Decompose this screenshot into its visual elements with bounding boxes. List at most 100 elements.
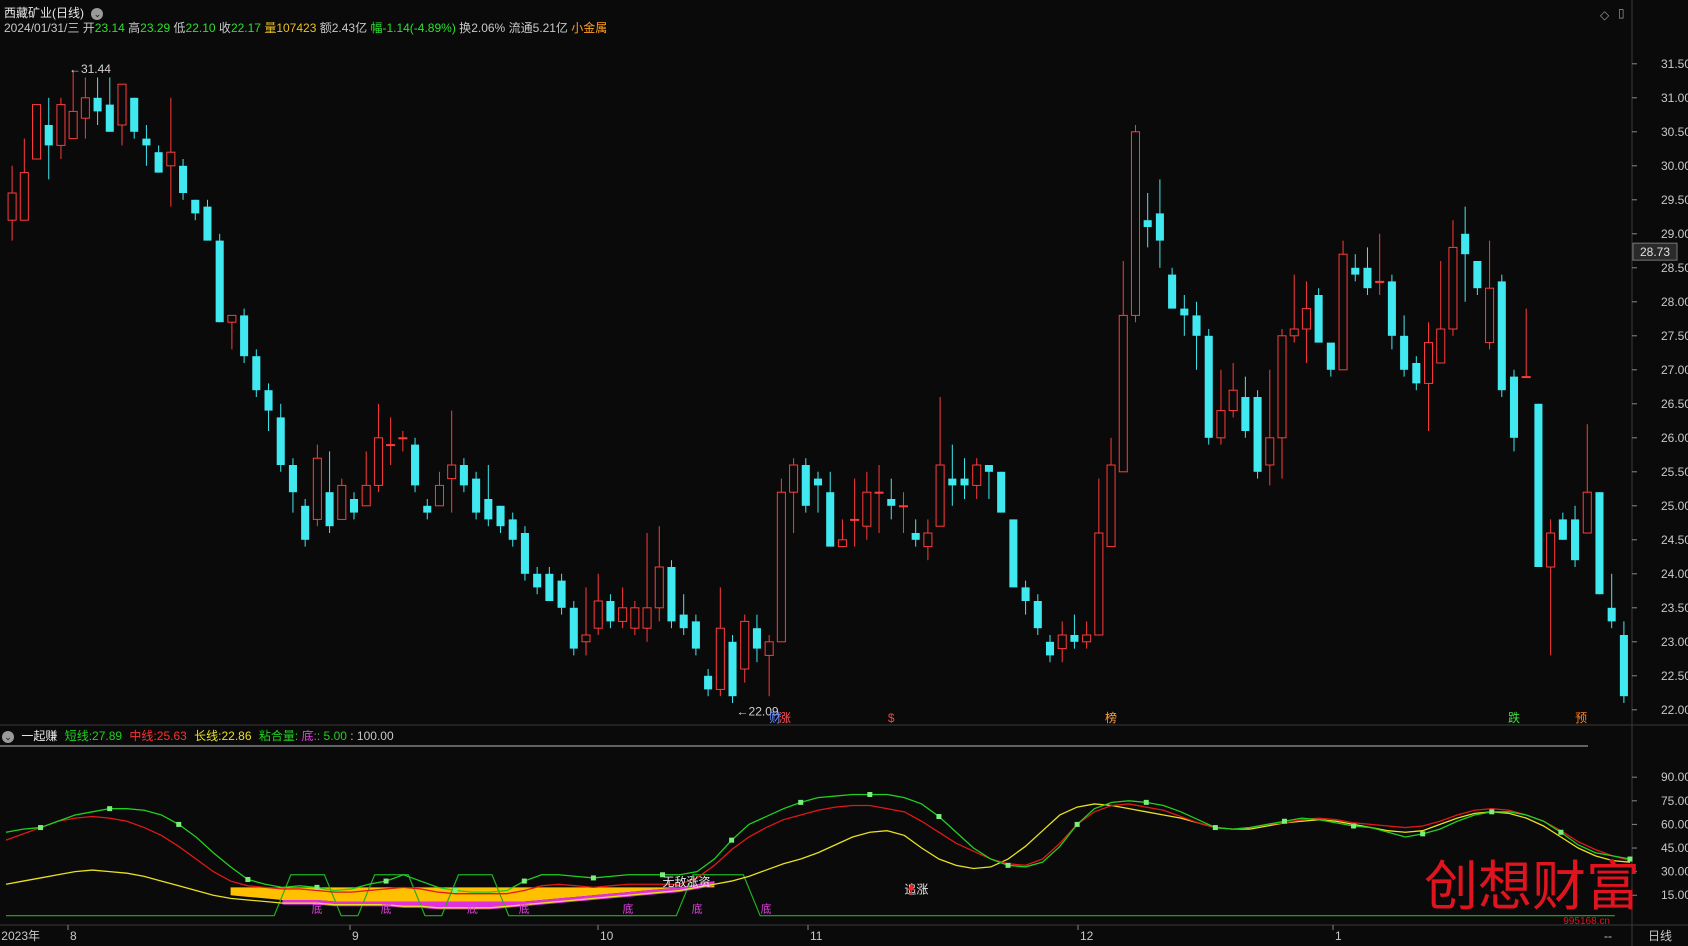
candle-body-up xyxy=(227,314,237,323)
candle-body-down xyxy=(1509,376,1519,438)
price-tick-label: 26.50 xyxy=(1661,397,1688,411)
candle-body-down xyxy=(215,240,224,323)
candle-body-down xyxy=(1192,315,1201,336)
candle-body-down xyxy=(1473,261,1482,289)
candle-body-up xyxy=(1289,328,1299,337)
candle-body-up xyxy=(373,437,383,486)
candle-body-up xyxy=(1082,634,1092,643)
short-marker xyxy=(1005,862,1011,868)
candle-body-down xyxy=(813,478,823,486)
short-marker xyxy=(1558,829,1564,835)
price-tick-label: 26.00 xyxy=(1661,431,1688,445)
candle-body-up xyxy=(1265,437,1275,466)
candle-body-up xyxy=(1448,246,1458,330)
candle-body-down xyxy=(1033,601,1042,629)
candle-body-up xyxy=(1301,308,1311,330)
candle-body-up xyxy=(117,83,127,126)
bottom-marker-5: 底 xyxy=(692,902,703,916)
time-label-4: 11 xyxy=(810,929,823,943)
indicator-tick-label: 60.00 xyxy=(1661,817,1688,831)
candle-body-down xyxy=(887,499,896,506)
time-label-0: 2023年 xyxy=(1,929,40,943)
candlestick-chart[interactable]: 22.00 22.50 23.00 23.50 24.00 24.50 25.00 25.50… xyxy=(0,0,1688,946)
candle-body-down xyxy=(288,465,297,493)
candle-body-down xyxy=(142,138,151,146)
price-tick-label: 24.50 xyxy=(1661,533,1688,547)
time-label-1: 8 xyxy=(70,929,77,943)
candle-body-up xyxy=(1546,532,1556,568)
candle-body-up xyxy=(80,97,90,119)
signal-4: 跌 xyxy=(1508,710,1520,725)
candle-body-down xyxy=(691,621,700,649)
bottom-marker-1: 底 xyxy=(381,902,392,916)
bottom-marker-4: 底 xyxy=(622,902,633,916)
candle-body-down xyxy=(997,471,1006,513)
candle-body-up xyxy=(642,607,652,629)
candle-body-down xyxy=(1204,335,1213,438)
candle-body-up xyxy=(337,484,347,520)
candle-body-up xyxy=(56,104,66,146)
watermark-logo: 创想财富 xyxy=(1424,857,1640,917)
candle-body-down xyxy=(508,519,517,540)
time-label-3: 10 xyxy=(600,929,614,943)
candle-body-up xyxy=(434,484,445,507)
dash-label: -- xyxy=(1604,929,1612,943)
candle-body-up xyxy=(850,518,860,521)
candle-body-down xyxy=(1619,635,1628,697)
candle-body-down xyxy=(728,641,737,697)
short-marker xyxy=(521,878,527,884)
short-marker xyxy=(936,814,942,820)
price-tick-label: 31.00 xyxy=(1661,91,1688,105)
candle-body-up xyxy=(764,641,774,656)
price-tick-label: 27.50 xyxy=(1661,329,1688,343)
candle-body-down xyxy=(1461,233,1470,255)
chase-label: 追涨 xyxy=(904,882,928,897)
indicator-tick-label: 15.00 xyxy=(1661,888,1688,902)
candle-body-up xyxy=(386,444,396,447)
candle-body-up xyxy=(715,627,725,690)
price-tick-label: 22.50 xyxy=(1661,669,1688,683)
candle-body-up xyxy=(837,539,847,548)
short-marker xyxy=(867,792,873,797)
candle-body-up xyxy=(1375,280,1385,283)
break-label: 无敌涨资 xyxy=(663,874,711,889)
candle-body-down xyxy=(752,628,761,649)
time-label-5: 12 xyxy=(1080,929,1094,943)
short-marker xyxy=(1212,825,1218,831)
candle-body-down xyxy=(252,356,261,391)
time-label-6: 1 xyxy=(1335,929,1342,943)
candle-body-down xyxy=(520,533,529,574)
candle-body-down xyxy=(826,492,835,547)
candle-body-up xyxy=(1436,328,1446,364)
indicator-tick-label: 45.00 xyxy=(1661,841,1688,855)
candle-body-up xyxy=(1130,131,1141,316)
short-marker xyxy=(1489,809,1495,815)
candle-body-down xyxy=(484,499,493,520)
candle-body-up xyxy=(581,634,591,643)
candle-body-down xyxy=(1314,295,1323,343)
candle-body-up xyxy=(874,491,884,494)
candle-body-down xyxy=(1326,342,1335,370)
short-marker xyxy=(1281,818,1287,824)
candle-body-down xyxy=(1021,587,1030,601)
candle-body-up xyxy=(1277,335,1287,439)
candle-body-down xyxy=(948,478,957,486)
price-tick-label: 28.50 xyxy=(1661,261,1688,275)
short-marker xyxy=(383,878,389,884)
candle-body-up xyxy=(447,464,457,480)
candle-body-down xyxy=(459,465,468,486)
candle-body-down xyxy=(179,165,188,193)
indicator-tick-label: 90.00 xyxy=(1661,770,1688,784)
candle-body-down xyxy=(606,601,615,622)
price-tick-label: 23.00 xyxy=(1661,635,1688,649)
candle-body-down xyxy=(1400,335,1409,370)
candle-body-up xyxy=(898,505,909,508)
signal-3: 榜 xyxy=(1105,710,1117,725)
candle-body-up xyxy=(972,464,982,486)
candle-body-down xyxy=(1143,220,1152,227)
candle-body-down xyxy=(1155,213,1164,241)
candle-body-down xyxy=(801,465,810,506)
short-marker xyxy=(798,799,804,805)
candle-body-down xyxy=(1363,267,1372,289)
signal-5: 预 xyxy=(1575,711,1587,725)
